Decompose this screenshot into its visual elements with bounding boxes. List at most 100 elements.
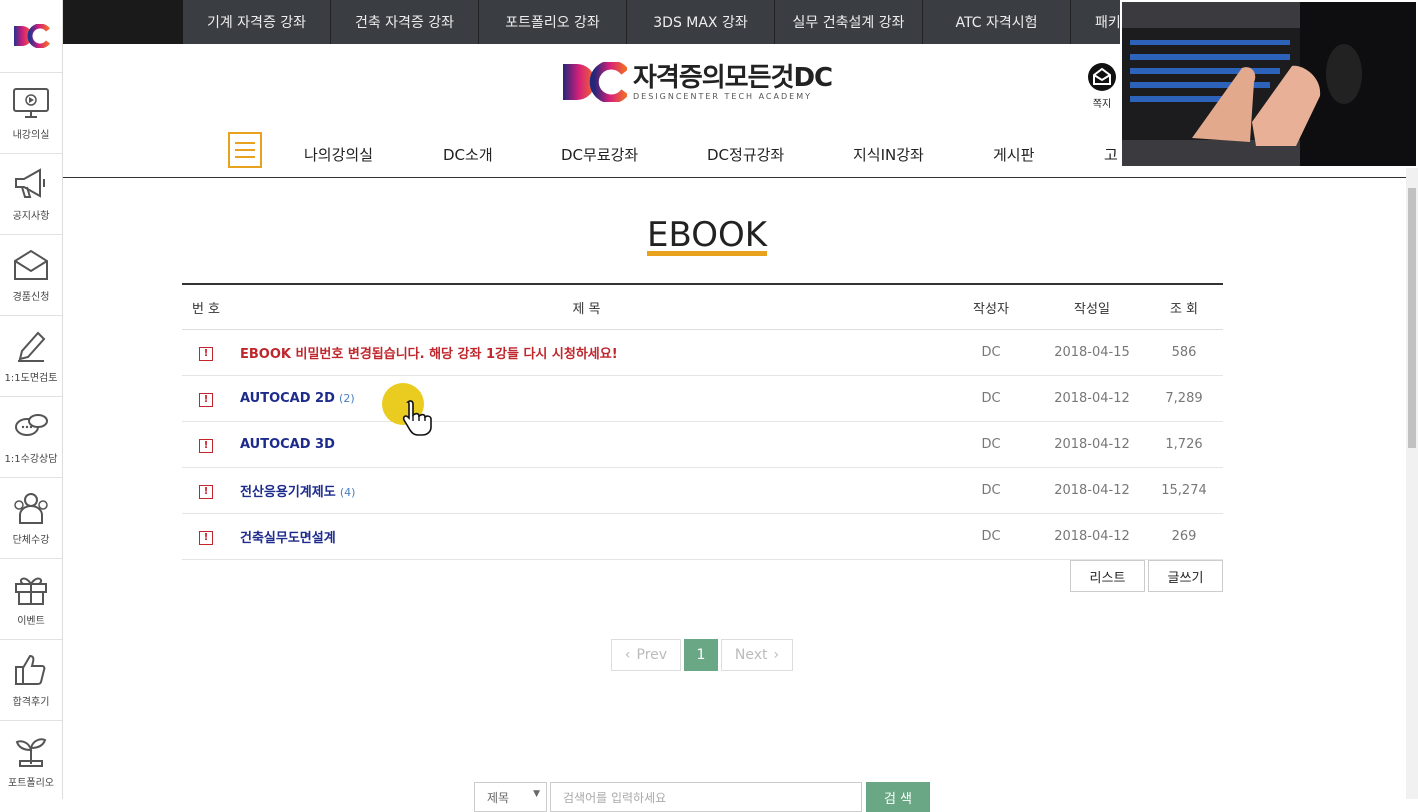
- search-input[interactable]: 검색어를 입력하세요: [550, 782, 862, 812]
- post-title-link[interactable]: AUTOCAD 2D: [240, 391, 335, 406]
- monitor-icon: [13, 87, 49, 118]
- sidebar-item-label: 경품신청: [12, 291, 50, 303]
- left-quick-sidebar: 내강의실 공지사항 경품신청 1:1도면검토 1:1수강상담 단체수강 이벤트 …: [0, 0, 63, 799]
- notice-icon: !: [199, 392, 213, 407]
- message-label: 쪽지: [1092, 99, 1112, 110]
- tab-atc-exam[interactable]: ATC 자격시험: [923, 0, 1071, 44]
- tab-portfolio[interactable]: 포트폴리오 강좌: [479, 0, 627, 44]
- post-date: 2018-04-12: [1039, 513, 1145, 560]
- notice-icon: !: [199, 438, 213, 453]
- search-button[interactable]: 검 색: [866, 782, 930, 812]
- gift-icon: [15, 577, 47, 605]
- sidebar-item-label: 공지사항: [12, 210, 50, 222]
- chevron-right-icon: ›: [773, 647, 780, 663]
- post-date: 2018-04-12: [1039, 467, 1145, 514]
- tab-architecture-cert[interactable]: 건축 자격증 강좌: [331, 0, 479, 44]
- post-writer: DC: [943, 375, 1039, 422]
- post-date: 2018-04-12: [1039, 421, 1145, 468]
- site-logo[interactable]: 자격증의모든것DC DESIGNCENTER TECH ACADEMY: [563, 62, 833, 102]
- post-date: 2018-04-12: [1039, 375, 1145, 422]
- sidebar-logo[interactable]: [0, 0, 62, 73]
- chevron-left-icon: ‹: [624, 647, 631, 663]
- sidebar-item-label: 1:1도면검토: [4, 372, 58, 384]
- message-icon: [1088, 63, 1116, 91]
- post-hits: 586: [1145, 329, 1223, 376]
- sidebar-item-notice[interactable]: 공지사항: [0, 154, 62, 235]
- write-button[interactable]: 글쓰기: [1148, 560, 1223, 592]
- keyboard-hands-video-icon: [1122, 2, 1416, 166]
- col-hits: 조 회: [1145, 284, 1223, 330]
- pagination-page-1[interactable]: 1: [684, 639, 718, 671]
- brand-subtitle: DESIGNCENTER TECH ACADEMY: [633, 91, 812, 101]
- gnb-dc-intro[interactable]: DC소개: [443, 144, 493, 165]
- sidebar-item-prize[interactable]: 경품신청: [0, 235, 62, 316]
- dc-logo-icon: [14, 24, 50, 48]
- gnb-knowledge-in[interactable]: 지식IN강좌: [853, 144, 924, 165]
- search-field-value: 제목: [487, 791, 510, 805]
- sidebar-item-label: 단체수강: [12, 534, 50, 546]
- pagination-prev[interactable]: ‹ Prev: [611, 639, 681, 671]
- next-label: Next: [734, 647, 768, 663]
- table-row: ! EBOOK 비밀번호 변경됩습니다. 해당 강좌 1강들 다시 시청하세요!…: [182, 329, 1223, 376]
- prev-label: Prev: [636, 647, 668, 663]
- post-title-link[interactable]: 건축실무도면설계: [240, 531, 336, 546]
- notice-icon: !: [199, 530, 213, 545]
- table-header-row: 번 호 제 목 작성자 작성일 조 회: [182, 284, 1223, 330]
- post-writer: DC: [943, 467, 1039, 514]
- page-title-text: EBOOK: [647, 215, 768, 255]
- col-writer: 작성자: [943, 284, 1039, 330]
- scrollbar-thumb[interactable]: [1408, 188, 1416, 448]
- megaphone-icon: [15, 167, 45, 198]
- gnb-regular-course[interactable]: DC정규강좌: [707, 144, 784, 165]
- title-underline: [647, 251, 768, 256]
- sidebar-item-reviews[interactable]: 합격후기: [0, 640, 62, 721]
- sidebar-item-consult[interactable]: 1:1수강상담: [0, 397, 62, 478]
- sidebar-item-portfolio[interactable]: 포트폴리오: [0, 721, 62, 802]
- post-hits: 15,274: [1145, 467, 1223, 514]
- board-table: 번 호 제 목 작성자 작성일 조 회 ! EBOOK 비밀번호 변경됩습니다.…: [182, 283, 1223, 560]
- tab-practical-design[interactable]: 실무 건축설계 강좌: [775, 0, 923, 44]
- table-row: ! 전산응용기계제도 (4) DC 2018-04-12 15,274: [182, 467, 1223, 514]
- post-writer: DC: [943, 329, 1039, 376]
- sidebar-item-label: 이벤트: [17, 615, 45, 627]
- comment-count: (4): [339, 486, 356, 499]
- post-title-link[interactable]: 전산응용기계제도: [240, 485, 336, 500]
- tab-mechanical-cert[interactable]: 기계 자격증 강좌: [183, 0, 331, 44]
- post-hits: 1,726: [1145, 421, 1223, 468]
- post-title-link[interactable]: AUTOCAD 3D: [240, 437, 335, 452]
- sidebar-item-drawing-review[interactable]: 1:1도면검토: [0, 316, 62, 397]
- table-row: ! AUTOCAD 3D DC 2018-04-12 1,726: [182, 421, 1223, 468]
- post-date: 2018-04-15: [1039, 329, 1145, 376]
- sprout-icon: [15, 738, 47, 767]
- gnb-more[interactable]: 고: [1104, 144, 1118, 165]
- notice-icon: !: [199, 484, 213, 499]
- thumbs-up-icon: [15, 654, 46, 685]
- pencil-icon: [18, 331, 46, 362]
- post-writer: DC: [943, 421, 1039, 468]
- tab-3dsmax[interactable]: 3DS MAX 강좌: [627, 0, 775, 44]
- sidebar-item-group[interactable]: 단체수강: [0, 478, 62, 559]
- table-row: ! 건축실무도면설계 DC 2018-04-12 269: [182, 513, 1223, 560]
- gnb-my-classroom[interactable]: 나의강의실: [304, 144, 373, 165]
- gnb-board[interactable]: 게시판: [993, 144, 1034, 165]
- webcam-overlay: [1120, 0, 1418, 168]
- col-title: 제 목: [230, 284, 943, 330]
- message-button[interactable]: 쪽지: [1087, 62, 1117, 110]
- list-button[interactable]: 리스트: [1070, 560, 1145, 592]
- col-date: 작성일: [1039, 284, 1145, 330]
- comment-count: (2): [339, 392, 355, 405]
- page-title: EBOOK: [647, 215, 768, 256]
- post-title-link[interactable]: EBOOK 비밀번호 변경됩습니다. 해당 강좌 1강들 다시 시청하세요!: [240, 347, 618, 362]
- sidebar-item-my-classroom[interactable]: 내강의실: [0, 73, 62, 154]
- pagination-next[interactable]: Next ›: [721, 639, 793, 671]
- search-field-select[interactable]: 제목 ▼: [474, 782, 547, 812]
- sidebar-item-event[interactable]: 이벤트: [0, 559, 62, 640]
- chat-bubbles-icon: [15, 413, 48, 436]
- caret-down-icon: ▼: [533, 789, 540, 799]
- post-writer: DC: [943, 513, 1039, 560]
- hamburger-menu-icon[interactable]: [228, 132, 262, 168]
- sidebar-item-label: 합격후기: [12, 696, 50, 708]
- gnb-free-course[interactable]: DC무료강좌: [561, 144, 638, 165]
- page-scrollbar[interactable]: [1406, 168, 1418, 799]
- sidebar-item-label: 내강의실: [12, 129, 50, 141]
